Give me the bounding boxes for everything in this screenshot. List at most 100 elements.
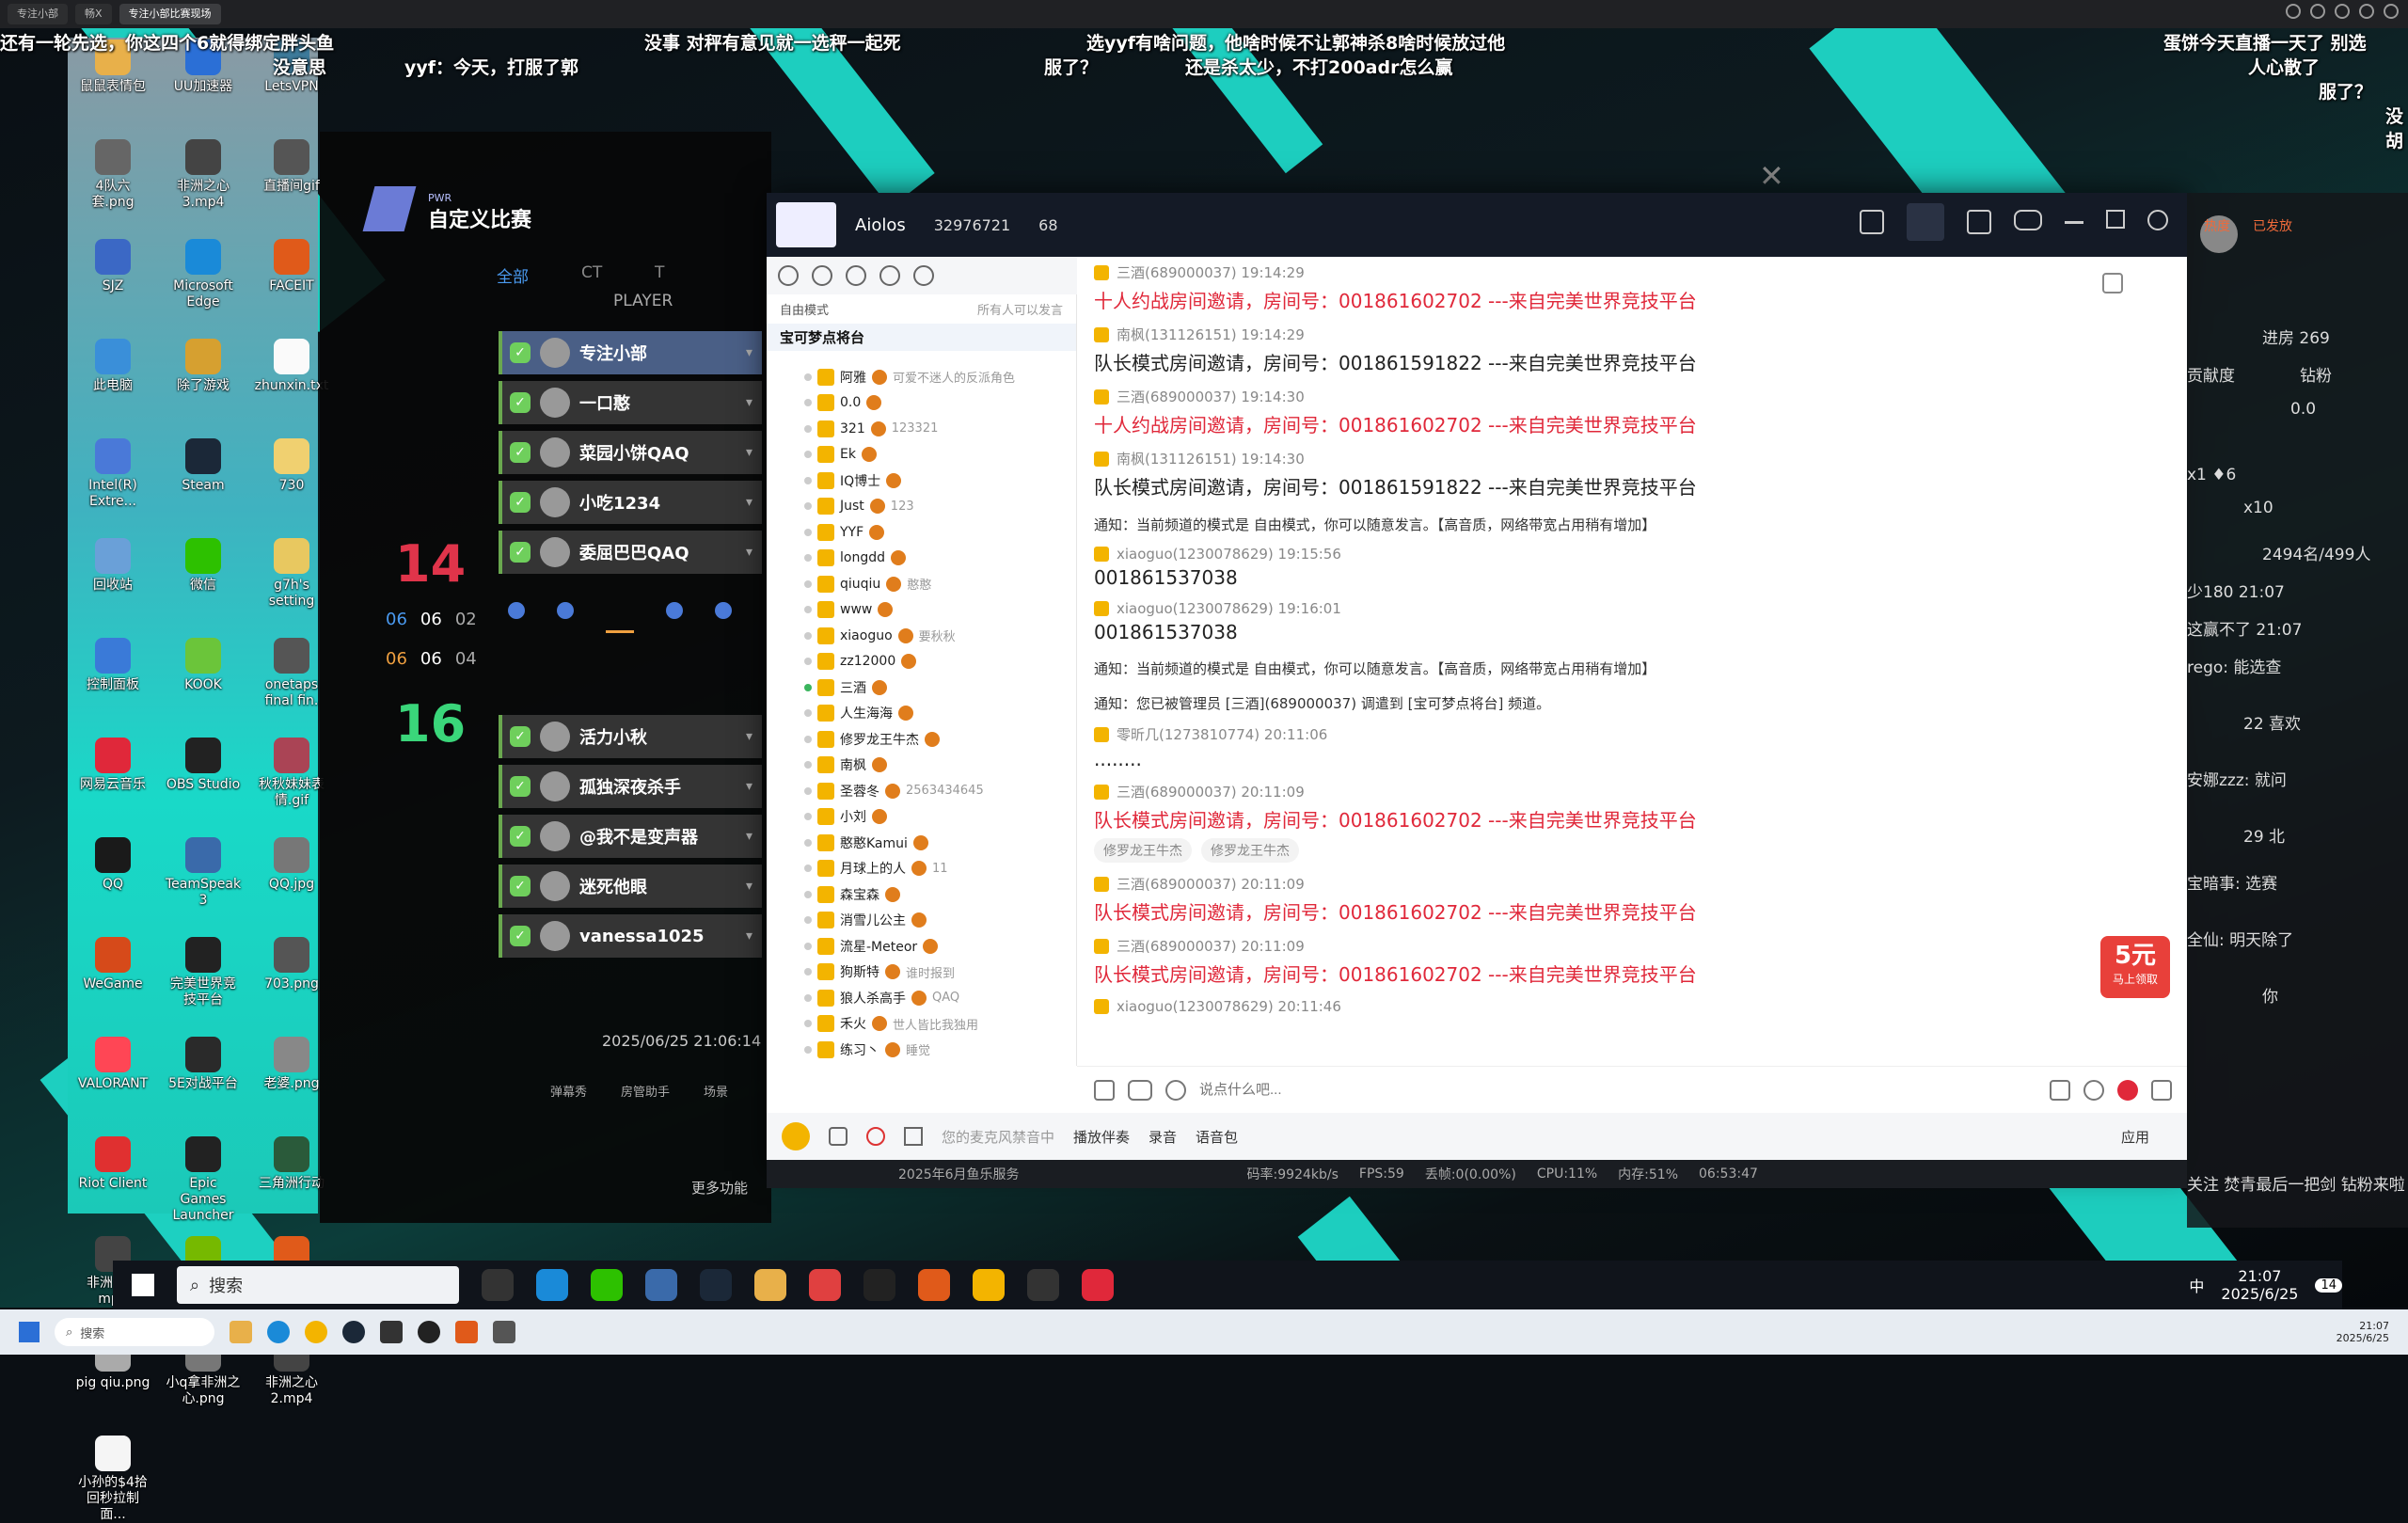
browser-tab[interactable]: 畅X	[75, 4, 112, 24]
desktop-icon[interactable]: 直播间gif	[254, 139, 329, 195]
emoji-icon[interactable]	[1165, 1079, 1186, 1101]
scroll-down-icon[interactable]	[2102, 273, 2123, 293]
perfect-world-icon[interactable]	[1027, 1269, 1059, 1301]
member-item[interactable]: 禾火 世人皆比我独用	[767, 1011, 1076, 1038]
comment-icon[interactable]	[2083, 1079, 2104, 1101]
member-item[interactable]: IQ博士	[767, 468, 1076, 494]
member-item[interactable]: zz12000	[767, 649, 1076, 675]
task-view-icon[interactable]	[482, 1269, 514, 1301]
player-row[interactable]: ✓ @我不是变声器 ▾	[499, 815, 762, 858]
edge-icon[interactable]	[536, 1269, 568, 1301]
member-item[interactable]: 流星-Meteor	[767, 933, 1076, 960]
box-icon[interactable]	[2151, 1079, 2172, 1101]
chevron-down-icon[interactable]: ▾	[746, 445, 752, 460]
member-item[interactable]: 修罗龙王牛杰	[767, 726, 1076, 753]
player-row[interactable]: ✓ 孤独深夜杀手 ▾	[499, 765, 762, 808]
member-item[interactable]: 练习丶 睡觉	[767, 1037, 1076, 1063]
voice-app-icon[interactable]	[973, 1269, 1005, 1301]
sender[interactable]: xiaoguo(1230078629) 19:15:56	[1117, 546, 1341, 563]
member-item[interactable]: 狗斯特 谁时报到	[767, 960, 1076, 986]
sender[interactable]: 南枫(131126151) 19:14:30	[1117, 449, 1305, 468]
desktop-icon[interactable]: 此电脑	[75, 339, 150, 394]
obs-icon[interactable]	[863, 1269, 895, 1301]
promo-badge[interactable]: 5元 马上领取	[2100, 936, 2170, 998]
browser-tab[interactable]: 专注小部比赛现场	[119, 4, 221, 24]
member-item[interactable]: 0.0	[767, 390, 1076, 417]
member-item[interactable]: longdd	[767, 546, 1076, 572]
play-accompaniment-button[interactable]: 播放伴奏	[1073, 1127, 1130, 1147]
desktop-icon[interactable]: 老婆.png	[254, 1037, 329, 1092]
desktop-icon[interactable]: 回收站	[75, 538, 150, 594]
gift-icon[interactable]	[2117, 1079, 2138, 1101]
apps-button[interactable]: 应用	[2121, 1127, 2149, 1147]
message-text[interactable]: 十人约战房间邀请，房间号：001861602702 ---来自完美世界竞技平台	[1094, 410, 2170, 437]
tab-all[interactable]: 全部	[497, 263, 529, 287]
screen-share-icon[interactable]	[1860, 209, 1884, 234]
taskbar-search[interactable]: ⌕ 搜索	[55, 1318, 214, 1346]
ime-indicator[interactable]: 中	[2189, 1274, 2204, 1296]
profile-icon[interactable]	[2335, 4, 2350, 19]
member-item[interactable]: 消雪儿公主	[767, 908, 1076, 934]
desktop-icon[interactable]: 三角洲行动	[254, 1136, 329, 1192]
app-icon[interactable]	[455, 1321, 478, 1343]
desktop-icon[interactable]: 完美世界竞技平台	[166, 937, 241, 1008]
close-icon[interactable]: ✕	[1759, 160, 1791, 192]
download-icon[interactable]	[2310, 4, 2325, 19]
tool-scene[interactable]: 场景	[704, 1082, 728, 1100]
tab-t[interactable]: T	[655, 263, 664, 282]
desktop-icon[interactable]: 秋秋妹妹表情.gif	[254, 738, 329, 809]
member-item[interactable]: 小刘	[767, 804, 1076, 831]
message-text[interactable]: 队长模式房间邀请，房间号：001861602702 ---来自完美世界竞技平台	[1094, 805, 2170, 833]
chrome-icon[interactable]	[809, 1269, 841, 1301]
gamepad-icon[interactable]	[1128, 1079, 1152, 1101]
desktop-icon[interactable]: 除了游戏	[166, 339, 241, 394]
member-item[interactable]: xiaoguo 要秋秋	[767, 623, 1076, 649]
member-item[interactable]: 三酒	[767, 674, 1076, 701]
clock[interactable]: 21:07 2025/6/25	[2337, 1320, 2389, 1344]
sender[interactable]: 三酒(689000037) 19:14:29	[1117, 262, 1305, 282]
player-row[interactable]: ✓ 专注小部 ▾	[499, 331, 762, 374]
mic-muted-icon[interactable]	[866, 1127, 885, 1146]
windows-start-icon[interactable]	[19, 1322, 40, 1342]
sender[interactable]: 三酒(689000037) 19:14:30	[1117, 387, 1305, 406]
chevron-down-icon[interactable]: ▾	[746, 729, 752, 744]
desktop-icon[interactable]: 控制面板	[75, 638, 150, 693]
player-row[interactable]: ✓ vanessa1025 ▾	[499, 914, 762, 958]
app-icon[interactable]	[493, 1321, 515, 1343]
member-item[interactable]: 阿雅 可爱不迷人的反派角色	[767, 364, 1076, 390]
desktop-icon[interactable]: KOOK	[166, 638, 241, 693]
chevron-down-icon[interactable]: ▾	[746, 928, 752, 944]
app-icon[interactable]	[380, 1321, 403, 1343]
chevron-down-icon[interactable]: ▾	[746, 545, 752, 560]
steam-icon[interactable]	[700, 1269, 732, 1301]
chevron-down-icon[interactable]: ▾	[746, 829, 752, 844]
sender[interactable]: 三酒(689000037) 20:11:09	[1117, 874, 1305, 894]
clock[interactable]: 21:07 2025/6/25	[2221, 1267, 2298, 1303]
chevron-down-icon[interactable]: ▾	[746, 495, 752, 510]
desktop-icon[interactable]: Intel(R) Extre...	[75, 438, 150, 510]
message-text[interactable]: 队长模式房间邀请，房间号：001861591822 ---来自完美世界竞技平台	[1094, 348, 2170, 375]
chat-input[interactable]	[1199, 1082, 2036, 1098]
desktop-icon[interactable]: Steam	[166, 438, 241, 494]
desktop-icon[interactable]: QQ	[75, 837, 150, 893]
message-text[interactable]: 队长模式房间邀请，房间号：001861602702 ---来自完美世界竞技平台	[1094, 897, 2170, 925]
mascot-icon[interactable]	[782, 1122, 810, 1150]
chevron-down-icon[interactable]: ▾	[746, 345, 752, 360]
channel-name[interactable]: 宝可梦点将台	[767, 324, 1076, 351]
speaker-icon[interactable]	[829, 1127, 848, 1146]
desktop-icon[interactable]: 703.png	[254, 937, 329, 992]
member-item[interactable]: 憨憨Kamui	[767, 830, 1076, 856]
location-icon[interactable]	[846, 265, 866, 286]
message-text[interactable]: 001861537038	[1094, 621, 2170, 643]
reaction-chip[interactable]: 修罗龙王牛杰	[1201, 838, 1299, 863]
refresh-icon[interactable]	[812, 265, 832, 286]
player-row[interactable]: ✓ 迷死他眼 ▾	[499, 865, 762, 908]
edge-icon[interactable]	[267, 1321, 290, 1343]
desktop-icon[interactable]: 小孙的$4拾回秒拉制面...	[75, 1436, 150, 1523]
search-icon[interactable]	[913, 265, 934, 286]
folder-icon[interactable]	[754, 1269, 786, 1301]
desktop-icon[interactable]: Epic Games Launcher	[166, 1136, 241, 1224]
member-item[interactable]: 森宝森	[767, 881, 1076, 908]
wechat-icon[interactable]	[591, 1269, 623, 1301]
message-text[interactable]: 001861537038	[1094, 566, 2170, 589]
